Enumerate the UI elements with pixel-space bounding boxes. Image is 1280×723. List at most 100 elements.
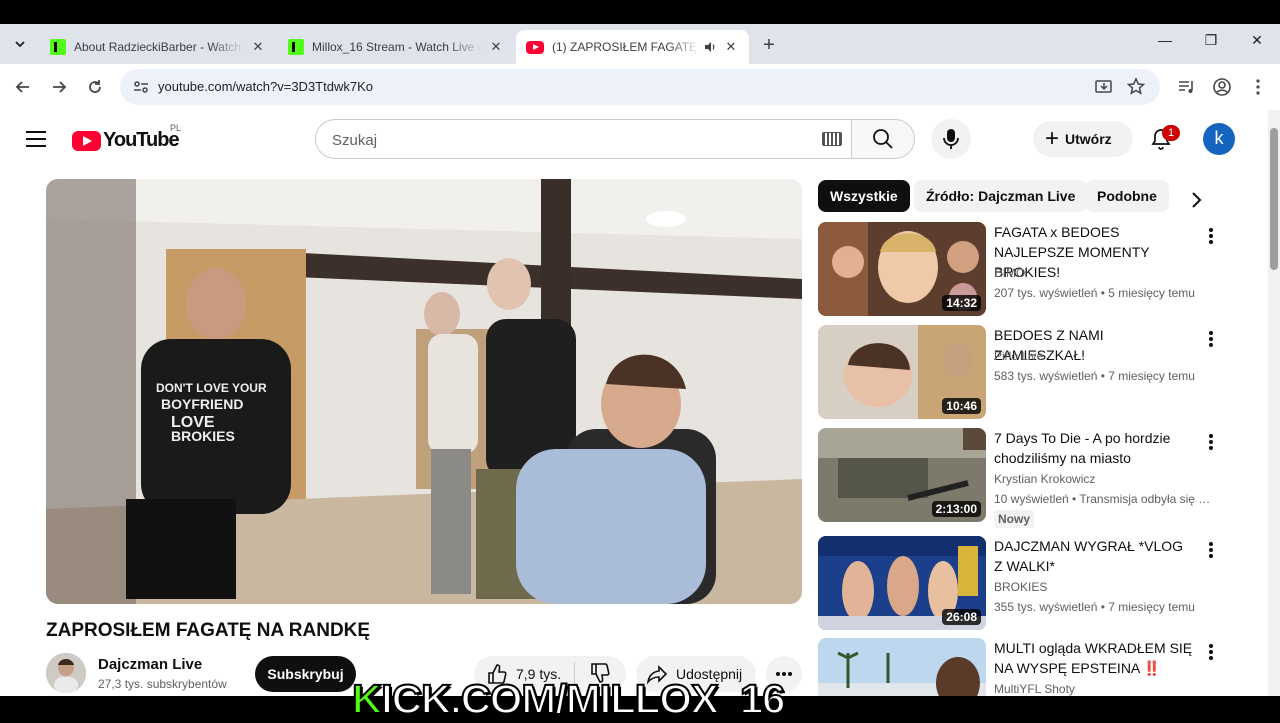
- screen-top-border: [0, 0, 1280, 24]
- recommendation-item[interactable]: 26:08 DAJCZMAN WYGRAŁ *VLOG Z WALKI* BRO…: [818, 536, 1268, 632]
- video-title: ZAPROSIŁEM FAGATĘ NA RANDKĘ: [46, 620, 371, 641]
- rec-meta: 207 tys. wyświetleń • 5 miesięcy temu: [994, 286, 1195, 300]
- new-badge: Nowy: [994, 510, 1035, 528]
- overlay-k: K: [351, 675, 383, 723]
- arrow-left-icon: [15, 81, 29, 93]
- rec-channel[interactable]: BROKIES: [994, 580, 1047, 594]
- rec-channel[interactable]: Krystian Krokowicz: [994, 472, 1095, 486]
- video-duration: 2:13:00: [931, 501, 981, 517]
- rec-title[interactable]: DAJCZMAN WYGRAŁ *VLOG Z WALKI*: [994, 536, 1194, 576]
- more-vertical-icon[interactable]: [1206, 642, 1216, 662]
- video-thumbnail[interactable]: 10:46: [818, 325, 986, 419]
- bookmark-star-icon[interactable]: [1126, 77, 1146, 97]
- search-placeholder: Szukaj: [332, 132, 378, 149]
- chevron-down-icon: [15, 41, 25, 48]
- recommendation-item[interactable]: 2:13:00 7 Days To Die - A po hordzie cho…: [818, 428, 1268, 528]
- page-scrollbar[interactable]: [1268, 110, 1280, 696]
- scrollbar-thumb[interactable]: [1270, 128, 1278, 270]
- restore-button[interactable]: ❐: [1196, 32, 1226, 49]
- recommendation-item[interactable]: MULTI ogląda WKRADŁEM SIĘ NA WYSPĘ EPSTE…: [818, 638, 1268, 696]
- arrow-right-icon: [53, 81, 67, 93]
- notification-count-badge: 1: [1162, 125, 1180, 141]
- video-thumbnail[interactable]: 2:13:00: [818, 428, 986, 522]
- search-icon: [873, 129, 893, 149]
- create-label: Utwórz: [1065, 131, 1112, 147]
- logo-text: YouTube: [103, 129, 180, 151]
- youtube-favicon-icon: [526, 40, 544, 54]
- video-frame-image: DON'T LOVE YOUR BOYFRIEND LOVE BROKIES: [46, 179, 802, 604]
- tab-1[interactable]: About RadzieckiBarber - Watch ✕: [40, 30, 276, 64]
- close-tab-icon[interactable]: ✕: [723, 39, 739, 55]
- voice-search-button[interactable]: [931, 119, 971, 159]
- rec-channel[interactable]: DIMO: [994, 266, 1025, 280]
- youtube-play-icon: [72, 130, 101, 151]
- speaker-icon[interactable]: [703, 40, 717, 54]
- new-tab-button[interactable]: +: [758, 34, 780, 56]
- youtube-logo[interactable]: YouTube PL: [72, 123, 181, 152]
- close-window-button[interactable]: ✕: [1242, 32, 1272, 49]
- search-button[interactable]: [851, 119, 915, 159]
- more-vertical-icon[interactable]: [1206, 432, 1216, 452]
- video-thumbnail[interactable]: [818, 638, 986, 696]
- media-controls-icon[interactable]: [1176, 76, 1198, 98]
- guide-menu-icon[interactable]: [26, 131, 46, 147]
- tab-strip: About RadzieckiBarber - Watch ✕ Millox_1…: [0, 24, 1280, 64]
- channel-avatar[interactable]: [46, 653, 86, 693]
- address-bar[interactable]: youtube.com/watch?v=3D3Ttdwk7Ko: [120, 69, 1160, 105]
- video-thumbnail[interactable]: 26:08: [818, 536, 986, 630]
- site-settings-icon[interactable]: [132, 78, 150, 96]
- rec-meta: 10 wyświetleń • Transmisja odbyła się 1 …: [994, 492, 1216, 506]
- reload-icon: [89, 80, 101, 93]
- back-button[interactable]: [11, 75, 35, 99]
- browser-chrome: About RadzieckiBarber - Watch ✕ Millox_1…: [0, 24, 1280, 110]
- video-thumbnail[interactable]: 14:32: [818, 222, 986, 316]
- video-player[interactable]: DON'T LOVE YOUR BOYFRIEND LOVE BROKIES: [46, 179, 802, 604]
- svg-text:BOYFRIEND: BOYFRIEND: [161, 396, 243, 412]
- rec-meta: 583 tys. wyświetleń • 7 miesięcy temu: [994, 369, 1195, 383]
- keyboard-icon[interactable]: [822, 132, 842, 146]
- more-vertical-icon[interactable]: [1206, 226, 1216, 246]
- tab-3-active[interactable]: (1) ZAPROSIŁEM FAGATĘ NA ✕: [516, 30, 749, 64]
- thumbnail-image: [818, 638, 986, 696]
- profile-icon[interactable]: [1211, 76, 1233, 98]
- browser-toolbar: youtube.com/watch?v=3D3Ttdwk7Ko: [0, 64, 1280, 110]
- recommendation-item[interactable]: 10:46 BEDOES Z NAMI ZAMIESZKAŁ! Pirlo Li…: [818, 325, 1268, 421]
- video-duration: 10:46: [942, 398, 981, 414]
- chip-all[interactable]: Wszystkie: [818, 180, 910, 212]
- rec-title[interactable]: 7 Days To Die - A po hordzie chodziliśmy…: [994, 428, 1194, 468]
- chevron-right-icon[interactable]: [1184, 188, 1208, 212]
- tab-title: About RadzieckiBarber - Watch: [74, 40, 241, 54]
- close-tab-icon[interactable]: ✕: [250, 39, 266, 55]
- kick-favicon-icon: [288, 39, 304, 55]
- rec-title[interactable]: MULTI ogląda WKRADŁEM SIĘ NA WYSPĘ EPSTE…: [994, 638, 1194, 678]
- menu-kebab-icon[interactable]: [1247, 76, 1269, 98]
- chip-related[interactable]: Podobne: [1085, 180, 1169, 212]
- tab-search-button[interactable]: [8, 32, 32, 56]
- rec-channel[interactable]: MultiYFL Shoty: [994, 682, 1075, 696]
- channel-avatar-image: [46, 653, 86, 693]
- youtube-page: YouTube PL Szukaj + Utwórz 1 k DON'T LOV…: [0, 110, 1280, 696]
- microphone-icon: [943, 129, 959, 149]
- more-vertical-icon[interactable]: [1206, 540, 1216, 560]
- search-input[interactable]: Szukaj: [315, 119, 852, 159]
- chip-source[interactable]: Źródło: Dajczman Live: [914, 180, 1088, 212]
- account-avatar[interactable]: k: [1203, 123, 1235, 155]
- video-duration: 14:32: [942, 295, 981, 311]
- subscribe-button[interactable]: Subskrybuj: [255, 656, 356, 692]
- create-button[interactable]: + Utwórz: [1033, 121, 1133, 157]
- reload-button[interactable]: [83, 75, 107, 99]
- subscriber-count: 27,3 tys. subskrybentów: [98, 677, 227, 691]
- channel-name[interactable]: Dajczman Live: [98, 656, 202, 673]
- recommendation-item[interactable]: 14:32 FAGATA x BEDOES NAJLEPSZE MOMENTY …: [818, 222, 1268, 318]
- video-duration: 26:08: [942, 609, 981, 625]
- rec-channel[interactable]: Pirlo Live: [994, 349, 1043, 363]
- minimize-button[interactable]: —: [1150, 32, 1180, 48]
- more-vertical-icon[interactable]: [1206, 329, 1216, 349]
- plus-icon: +: [1045, 125, 1060, 152]
- tab-2[interactable]: Millox_16 Stream - Watch Live o ✕: [278, 30, 514, 64]
- close-tab-icon[interactable]: ✕: [488, 39, 504, 55]
- url-text: youtube.com/watch?v=3D3Ttdwk7Ko: [158, 79, 373, 94]
- forward-button[interactable]: [47, 75, 71, 99]
- install-app-icon[interactable]: [1094, 77, 1114, 97]
- rec-meta: 355 tys. wyświetleń • 7 miesięcy temu: [994, 600, 1195, 614]
